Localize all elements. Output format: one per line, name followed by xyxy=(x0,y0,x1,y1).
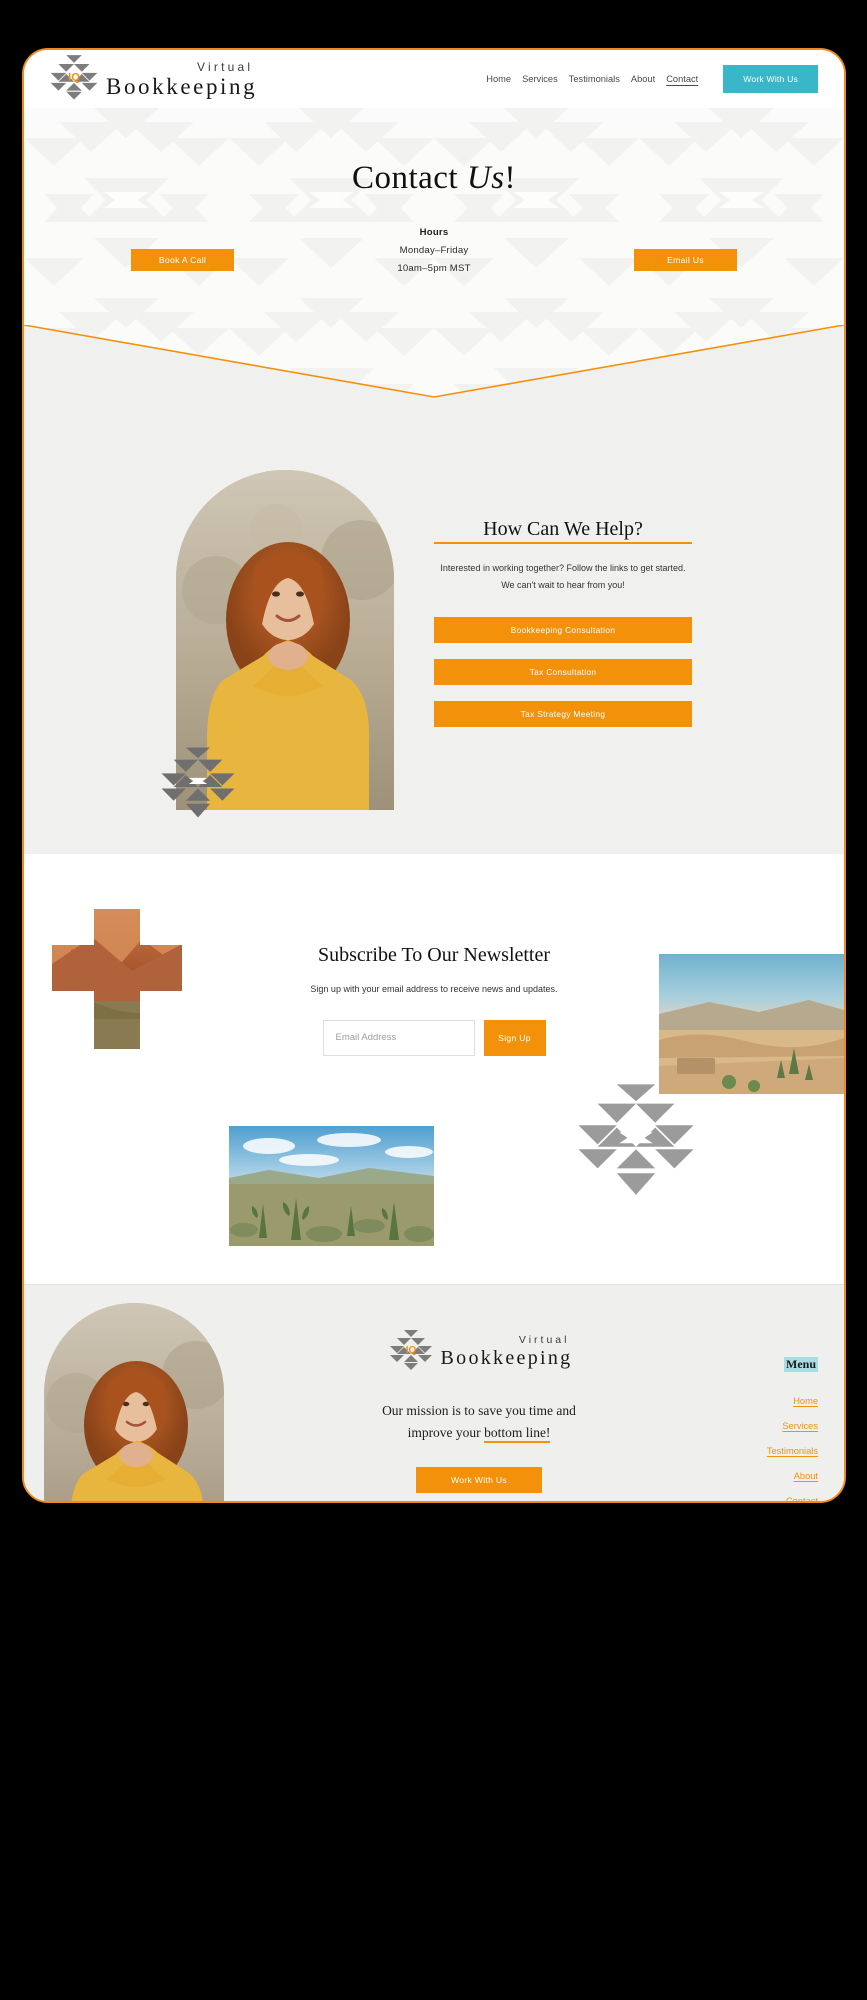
footer-logo[interactable]: IQ Virtual Bookkeeping xyxy=(244,1329,714,1374)
svg-text:IQ: IQ xyxy=(68,72,80,84)
footer-logo-virtual-text: Virtual xyxy=(518,1334,570,1347)
site-logo[interactable]: IQ Virtual Bookkeeping xyxy=(46,54,257,104)
newsletter-section: Subscribe To Our Newsletter Sign up with… xyxy=(24,854,844,1284)
site-footer: IQ Virtual Bookkeeping Our mission is to… xyxy=(24,1284,844,1501)
nav-item-about[interactable]: About xyxy=(631,74,655,84)
page-root: IQ Virtual Bookkeeping Home Services Tes… xyxy=(24,50,844,1501)
mission-line-2-pre: improve your xyxy=(407,1425,485,1441)
footer-menu-title: Menu xyxy=(784,1357,818,1372)
hours-label: Hours xyxy=(419,227,449,238)
hero-title: Contact Us! xyxy=(352,160,516,197)
nav-item-services[interactable]: Services xyxy=(522,74,558,84)
nav-item-testimonials[interactable]: Testimonials xyxy=(569,74,620,84)
newsletter-form: Sign Up xyxy=(284,1019,584,1056)
logo-bookkeeping-text: Bookkeeping xyxy=(106,73,258,99)
mission-line-2: improve your bottom line! xyxy=(244,1422,714,1444)
help-title: How Can We Help? xyxy=(434,518,692,544)
list-item: Testimonials xyxy=(714,1441,818,1459)
footer-wordmark: Virtual Bookkeeping xyxy=(441,1335,573,1368)
footer-menu-list: Home Services Testimonials About Contact xyxy=(714,1391,818,1501)
iq-aztec-logo-icon: IQ xyxy=(46,54,102,104)
svg-text:IQ: IQ xyxy=(405,1345,416,1356)
list-item: Contact xyxy=(714,1491,818,1501)
hours-time: 10am–5pm MST xyxy=(397,263,471,274)
help-paragraph: Interested in working together? Follow t… xyxy=(440,563,686,590)
footer-center: IQ Virtual Bookkeeping Our mission is to… xyxy=(244,1285,714,1493)
main-navigation: Home Services Testimonials About Contact… xyxy=(486,65,818,93)
newsletter-content: Subscribe To Our Newsletter Sign up with… xyxy=(284,944,584,1056)
nav-item-contact[interactable]: Contact xyxy=(666,74,698,84)
site-header: IQ Virtual Bookkeeping Home Services Tes… xyxy=(24,50,844,108)
footer-link-services[interactable]: Services xyxy=(782,1421,818,1431)
hero-section: Contact Us! Book A Call Hours Monday–Fri… xyxy=(24,108,844,410)
saguaro-desert-photo xyxy=(229,1126,434,1246)
hero-title-end: ! xyxy=(504,160,517,196)
browser-window: IQ Virtual Bookkeeping Home Services Tes… xyxy=(22,48,846,1503)
tax-consultation-button[interactable]: Tax Consultation xyxy=(434,659,692,686)
logo-wordmark: Virtual Bookkeeping xyxy=(106,61,257,98)
woman-portrait-photo xyxy=(44,1303,224,1501)
sign-up-button[interactable]: Sign Up xyxy=(483,1019,546,1056)
newsletter-title: Subscribe To Our Newsletter xyxy=(317,944,551,966)
footer-link-testimonials[interactable]: Testimonials xyxy=(767,1446,818,1456)
email-address-input[interactable] xyxy=(322,1019,475,1056)
footer-portrait-wrapper xyxy=(44,1285,244,1501)
list-item: Services xyxy=(714,1416,818,1434)
bookkeeping-consultation-button[interactable]: Bookkeeping Consultation xyxy=(434,617,692,644)
footer-link-contact[interactable]: Contact xyxy=(786,1496,818,1501)
desert-overlook-photo xyxy=(659,954,844,1094)
list-item: Home xyxy=(714,1391,818,1409)
footer-link-home[interactable]: Home xyxy=(793,1396,818,1406)
list-item: About xyxy=(714,1466,818,1484)
footer-link-about[interactable]: About xyxy=(794,1471,818,1481)
hours-block: Hours Monday–Friday 10am–5pm MST xyxy=(344,227,524,274)
chevron-section-divider xyxy=(24,325,844,410)
how-can-we-help-section: How Can We Help? Interested in working t… xyxy=(24,410,844,854)
iq-aztec-logo-icon: IQ xyxy=(386,1329,436,1374)
email-us-button[interactable]: Email Us xyxy=(634,249,737,271)
newsletter-description: Sign up with your email address to recei… xyxy=(310,984,558,994)
canyon-cross-photo xyxy=(52,909,182,1049)
aztec-diamond-icon xyxy=(578,1084,694,1195)
hero-title-main: Contact xyxy=(351,160,467,196)
logo-virtual-text: Virtual xyxy=(197,59,254,74)
footer-work-with-us-button[interactable]: Work With Us xyxy=(416,1466,542,1493)
work-with-us-button[interactable]: Work With Us xyxy=(723,65,818,93)
nav-item-home[interactable]: Home xyxy=(486,74,511,84)
tax-strategy-meeting-button[interactable]: Tax Strategy Meeting xyxy=(434,701,692,728)
mission-line-1: Our mission is to save you time and xyxy=(382,1403,576,1418)
footer-menu: Menu Home Services Testimonials About Co… xyxy=(714,1285,844,1501)
mission-line-2-highlight: bottom line! xyxy=(484,1425,551,1444)
book-a-call-button[interactable]: Book A Call xyxy=(131,249,234,271)
hero-actions-row: Book A Call Hours Monday–Friday 10am–5pm… xyxy=(24,227,844,274)
aztec-diamond-icon xyxy=(161,747,235,818)
portrait-arch-wrapper xyxy=(161,470,394,818)
help-title-wrapper: How Can We Help? xyxy=(434,518,692,544)
help-content-column: How Can We Help? Interested in working t… xyxy=(434,470,692,810)
footer-logo-bookkeeping-text: Bookkeeping xyxy=(440,1346,573,1369)
hours-days: Monday–Friday xyxy=(399,245,469,256)
footer-mission-statement: Our mission is to save you time and impr… xyxy=(244,1400,714,1445)
footer-portrait-arch xyxy=(44,1303,224,1501)
hero-title-emphasis: Us xyxy=(466,160,505,196)
